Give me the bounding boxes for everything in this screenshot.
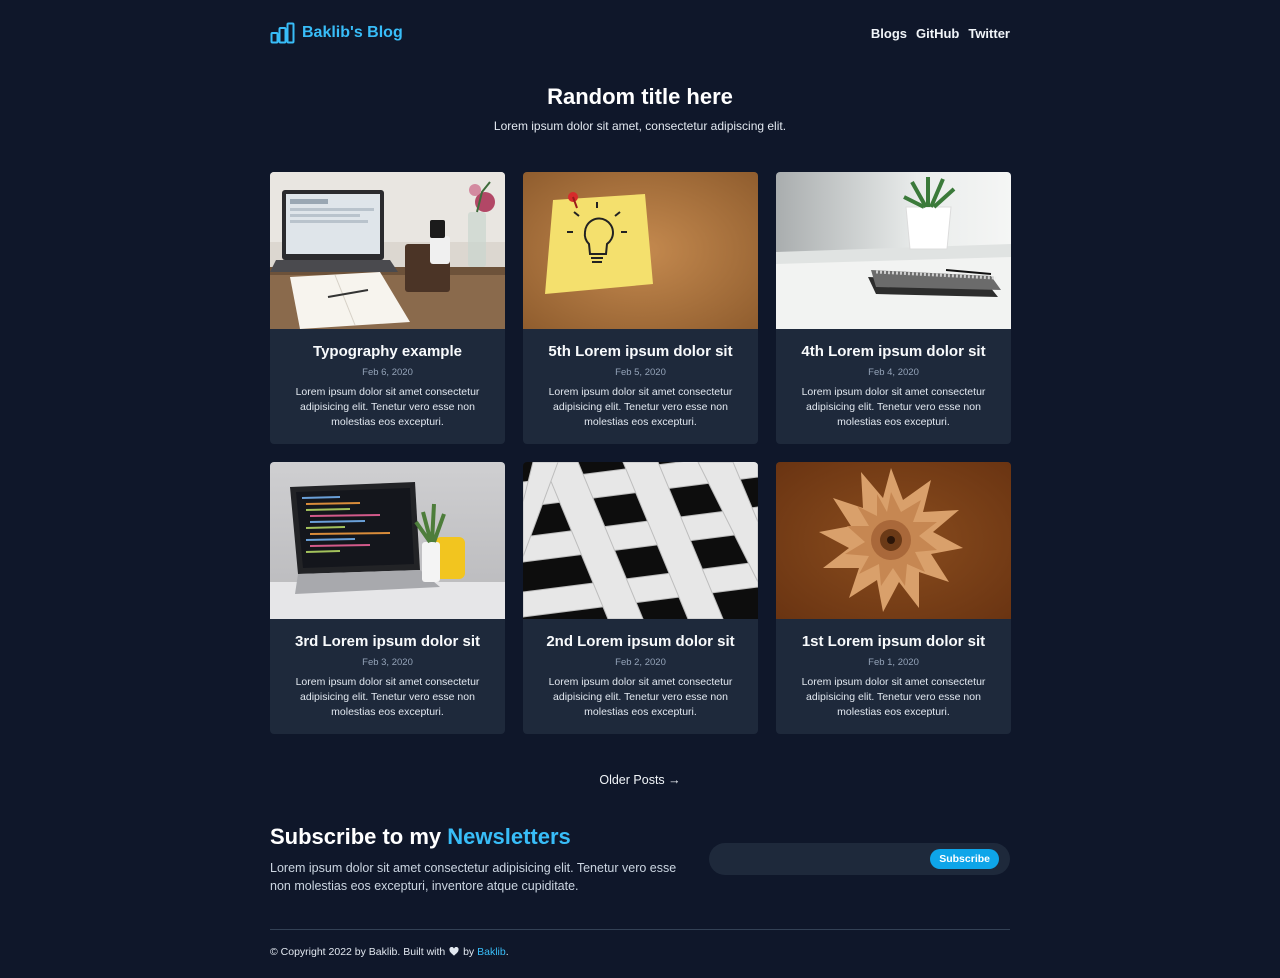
post-card[interactable]: Typography example Feb 6, 2020 Lorem ips… bbox=[270, 172, 505, 444]
nav-link-twitter[interactable]: Twitter bbox=[968, 26, 1010, 41]
subscribe-button[interactable]: Subscribe bbox=[930, 849, 999, 869]
paper-flower-image bbox=[776, 462, 1011, 619]
post-title: 3rd Lorem ipsum dolor sit bbox=[294, 633, 481, 650]
newsletter-section: Subscribe to my Newsletters Lorem ipsum … bbox=[270, 822, 1010, 895]
building-facade-image bbox=[523, 462, 758, 619]
hero: Random title here Lorem ipsum dolor sit … bbox=[270, 82, 1010, 133]
code-laptop-image bbox=[270, 462, 505, 619]
site-footer: © Copyright 2022 by Baklib. Built with b… bbox=[270, 946, 1010, 958]
newsletter-copy: Subscribe to my Newsletters Lorem ipsum … bbox=[270, 822, 700, 895]
post-excerpt: Lorem ipsum dolor sit amet consectetur a… bbox=[801, 676, 986, 718]
newsletter-text: Lorem ipsum dolor sit amet consectetur a… bbox=[270, 861, 677, 893]
newsletter-title: Subscribe to my Newsletters bbox=[270, 822, 700, 852]
post-card[interactable]: 2nd Lorem ipsum dolor sit Feb 2, 2020 Lo… bbox=[523, 462, 758, 734]
laptop-desk-image bbox=[270, 172, 505, 329]
footer-copyright: © Copyright 2022 by Baklib. Built with bbox=[270, 946, 446, 958]
footer-by: by bbox=[463, 946, 475, 958]
post-excerpt: Lorem ipsum dolor sit amet consectetur a… bbox=[548, 676, 733, 718]
post-excerpt: Lorem ipsum dolor sit amet consectetur a… bbox=[801, 386, 986, 428]
post-title: Typography example bbox=[313, 343, 462, 360]
post-date: Feb 2, 2020 bbox=[615, 657, 666, 668]
newsletter-title-accent: Newsletters bbox=[447, 824, 571, 849]
post-grid: Typography example Feb 6, 2020 Lorem ips… bbox=[270, 172, 1011, 734]
post-card[interactable]: 3rd Lorem ipsum dolor sit Feb 3, 2020 Lo… bbox=[270, 462, 505, 734]
pagination: Older Posts → bbox=[270, 771, 1010, 789]
footer-baklib-link[interactable]: Baklib bbox=[477, 946, 506, 958]
lightbulb-note-image bbox=[523, 172, 758, 329]
brand-link[interactable]: Baklib's Blog bbox=[270, 22, 403, 44]
footer-divider bbox=[270, 929, 1010, 930]
post-date: Feb 6, 2020 bbox=[362, 367, 413, 378]
brand-name: Baklib's Blog bbox=[302, 24, 403, 41]
post-excerpt: Lorem ipsum dolor sit amet consectetur a… bbox=[295, 676, 480, 718]
main-nav: Blogs GitHub Twitter bbox=[871, 26, 1010, 41]
post-card[interactable]: 5th Lorem ipsum dolor sit Feb 5, 2020 Lo… bbox=[523, 172, 758, 444]
footer-period: . bbox=[505, 946, 509, 958]
older-posts-link[interactable]: Older Posts → bbox=[599, 773, 680, 787]
nav-link-blogs[interactable]: Blogs bbox=[871, 26, 907, 41]
post-excerpt: Lorem ipsum dolor sit amet consectetur a… bbox=[548, 386, 733, 428]
page-subtitle: Lorem ipsum dolor sit amet, consectetur … bbox=[493, 119, 787, 133]
nav-link-github[interactable]: GitHub bbox=[916, 26, 959, 41]
newsletter-title-prefix: Subscribe to my bbox=[270, 824, 442, 849]
post-date: Feb 5, 2020 bbox=[615, 367, 666, 378]
post-title: 1st Lorem ipsum dolor sit bbox=[801, 633, 986, 650]
post-date: Feb 4, 2020 bbox=[868, 367, 919, 378]
post-excerpt: Lorem ipsum dolor sit amet consectetur a… bbox=[295, 386, 480, 428]
notebook-plant-image bbox=[776, 172, 1011, 329]
email-field[interactable] bbox=[723, 852, 931, 866]
heart-icon bbox=[449, 946, 459, 956]
post-card[interactable]: 1st Lorem ipsum dolor sit Feb 1, 2020 Lo… bbox=[776, 462, 1011, 734]
post-title: 2nd Lorem ipsum dolor sit bbox=[546, 633, 735, 650]
subscribe-form: Subscribe bbox=[709, 843, 1010, 875]
site-header: Baklib's Blog Blogs GitHub Twitter bbox=[270, 18, 1010, 48]
post-card[interactable]: 4th Lorem ipsum dolor sit Feb 4, 2020 Lo… bbox=[776, 172, 1011, 444]
page-title: Random title here bbox=[547, 84, 733, 109]
bar-chart-icon bbox=[270, 22, 295, 44]
post-title: 5th Lorem ipsum dolor sit bbox=[548, 343, 733, 360]
post-date: Feb 1, 2020 bbox=[868, 657, 919, 668]
post-date: Feb 3, 2020 bbox=[362, 657, 413, 668]
post-title: 4th Lorem ipsum dolor sit bbox=[801, 343, 986, 360]
